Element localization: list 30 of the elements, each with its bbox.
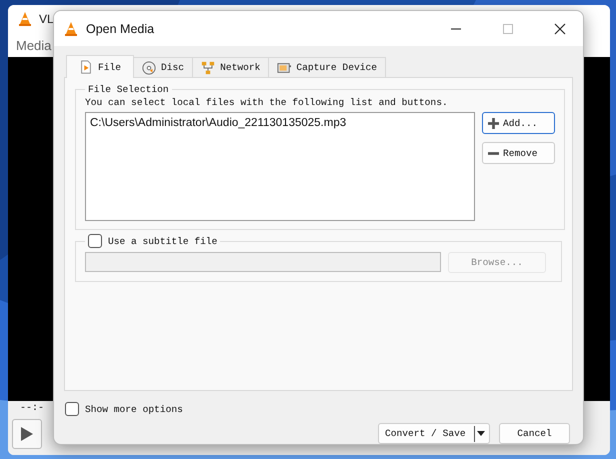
file-list[interactable]: C:\Users\Administrator\Audio_221130135025.mp3 (85, 112, 475, 221)
document-icon (79, 60, 93, 74)
disc-icon (142, 60, 156, 74)
group-title: File Selection (87, 84, 170, 95)
tab[interactable]: Capture Device (268, 57, 386, 77)
tab[interactable]: File (66, 55, 134, 78)
cancel-button[interactable]: Cancel (499, 423, 570, 444)
checkbox[interactable] (65, 402, 79, 416)
close-icon[interactable] (554, 22, 566, 34)
cone-icon (63, 20, 79, 36)
caret-icon (476, 431, 485, 436)
time-label: --:- (20, 403, 44, 414)
hint-text: You can select local files with the following list and buttons. (85, 97, 449, 108)
play-icon (21, 427, 33, 441)
window-title: VL (39, 12, 54, 26)
window-title: Open Media (86, 22, 154, 36)
network-icon (201, 60, 216, 74)
maximize-icon (502, 22, 514, 34)
checkbox-label[interactable]: Show more options (85, 404, 183, 414)
cone-icon (17, 11, 33, 27)
capture-card-icon (277, 60, 292, 74)
file-item[interactable]: C:\Users\Administrator\Audio_221130135025.mp3 (90, 117, 470, 129)
convert-save-button[interactable]: Convert / Save (378, 423, 490, 444)
tab[interactable]: Disc (133, 57, 194, 77)
tab[interactable]: Network (192, 57, 270, 77)
menu-item[interactable]: Media (16, 38, 52, 52)
plus-icon (488, 118, 499, 128)
file-button[interactable]: Add... (482, 112, 555, 134)
play-button[interactable] (12, 419, 42, 449)
file-button[interactable]: Remove (482, 142, 555, 164)
